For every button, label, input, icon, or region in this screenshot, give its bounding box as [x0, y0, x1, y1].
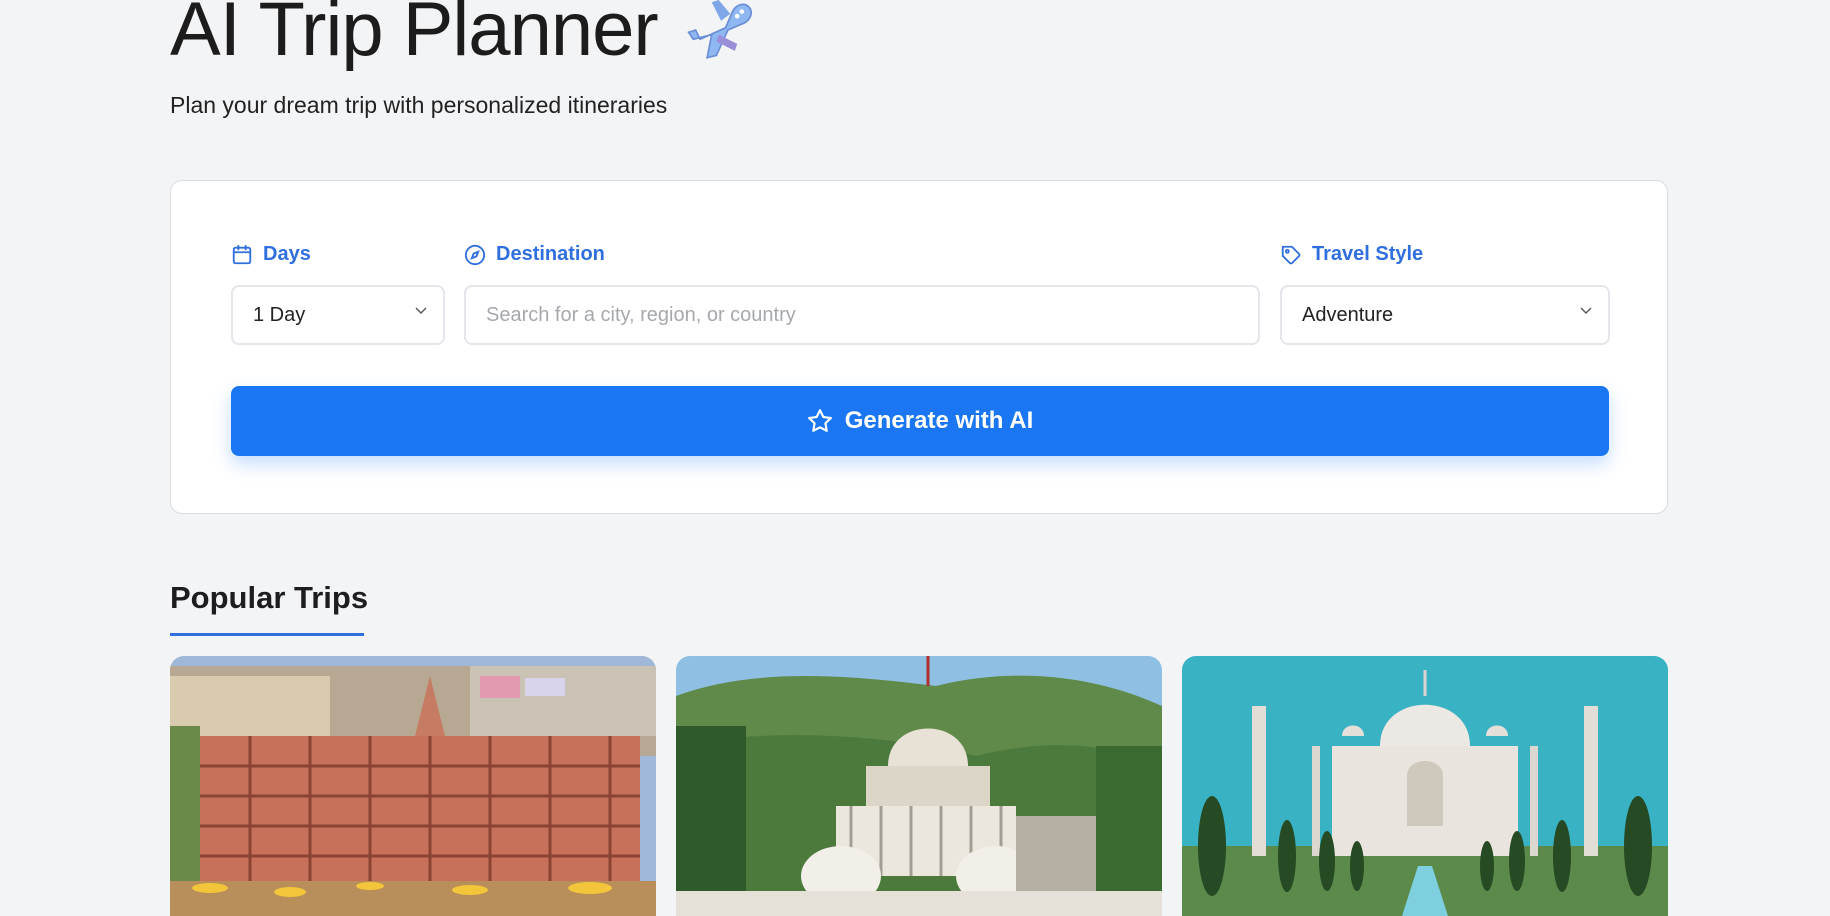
trip-card[interactable]	[676, 656, 1162, 916]
generate-with-ai-button[interactable]: Generate with AI	[231, 386, 1609, 456]
calendar-icon	[232, 244, 252, 264]
trip-form-card: Days 1 Day Destination Search for a city…	[170, 180, 1668, 514]
days-select-value: 1 Day	[253, 303, 306, 326]
trip-card[interactable]	[170, 656, 656, 916]
page-title: AI Trip Planner	[170, 0, 758, 68]
travel-style-select[interactable]: Adventure	[1280, 285, 1610, 345]
star-icon	[807, 409, 832, 432]
tag-icon	[1281, 245, 1301, 264]
heading-underline	[170, 633, 364, 636]
hilltop-jain-temple-photo	[676, 656, 1162, 916]
days-select[interactable]: 1 Day	[231, 285, 445, 345]
page-title-text: AI Trip Planner	[170, 0, 659, 72]
trip-card[interactable]	[1182, 656, 1668, 916]
chevron-down-icon	[1580, 307, 1592, 314]
page-subtitle: Plan your dream trip with personalized i…	[170, 92, 668, 118]
destination-label: Destination	[464, 243, 605, 266]
destination-input[interactable]: Search for a city, region, or country	[464, 285, 1260, 345]
travel-style-select-value: Adventure	[1302, 303, 1394, 326]
destination-placeholder: Search for a city, region, or country	[486, 303, 796, 326]
travel-style-label: Travel Style	[1280, 243, 1423, 266]
riverside-temple-town-photo	[170, 656, 656, 916]
popular-trips-heading: Popular Trips	[170, 580, 369, 615]
travel-style-label-text: Travel Style	[1312, 243, 1424, 265]
generate-button-label: Generate with AI	[844, 407, 1034, 434]
taj-mahal-photo	[1182, 656, 1668, 916]
airplane-icon	[684, 0, 758, 67]
days-label-text: Days	[263, 243, 311, 265]
destination-label-text: Destination	[496, 243, 605, 265]
days-label: Days	[231, 243, 311, 266]
chevron-down-icon	[415, 307, 427, 314]
compass-icon	[464, 244, 486, 265]
